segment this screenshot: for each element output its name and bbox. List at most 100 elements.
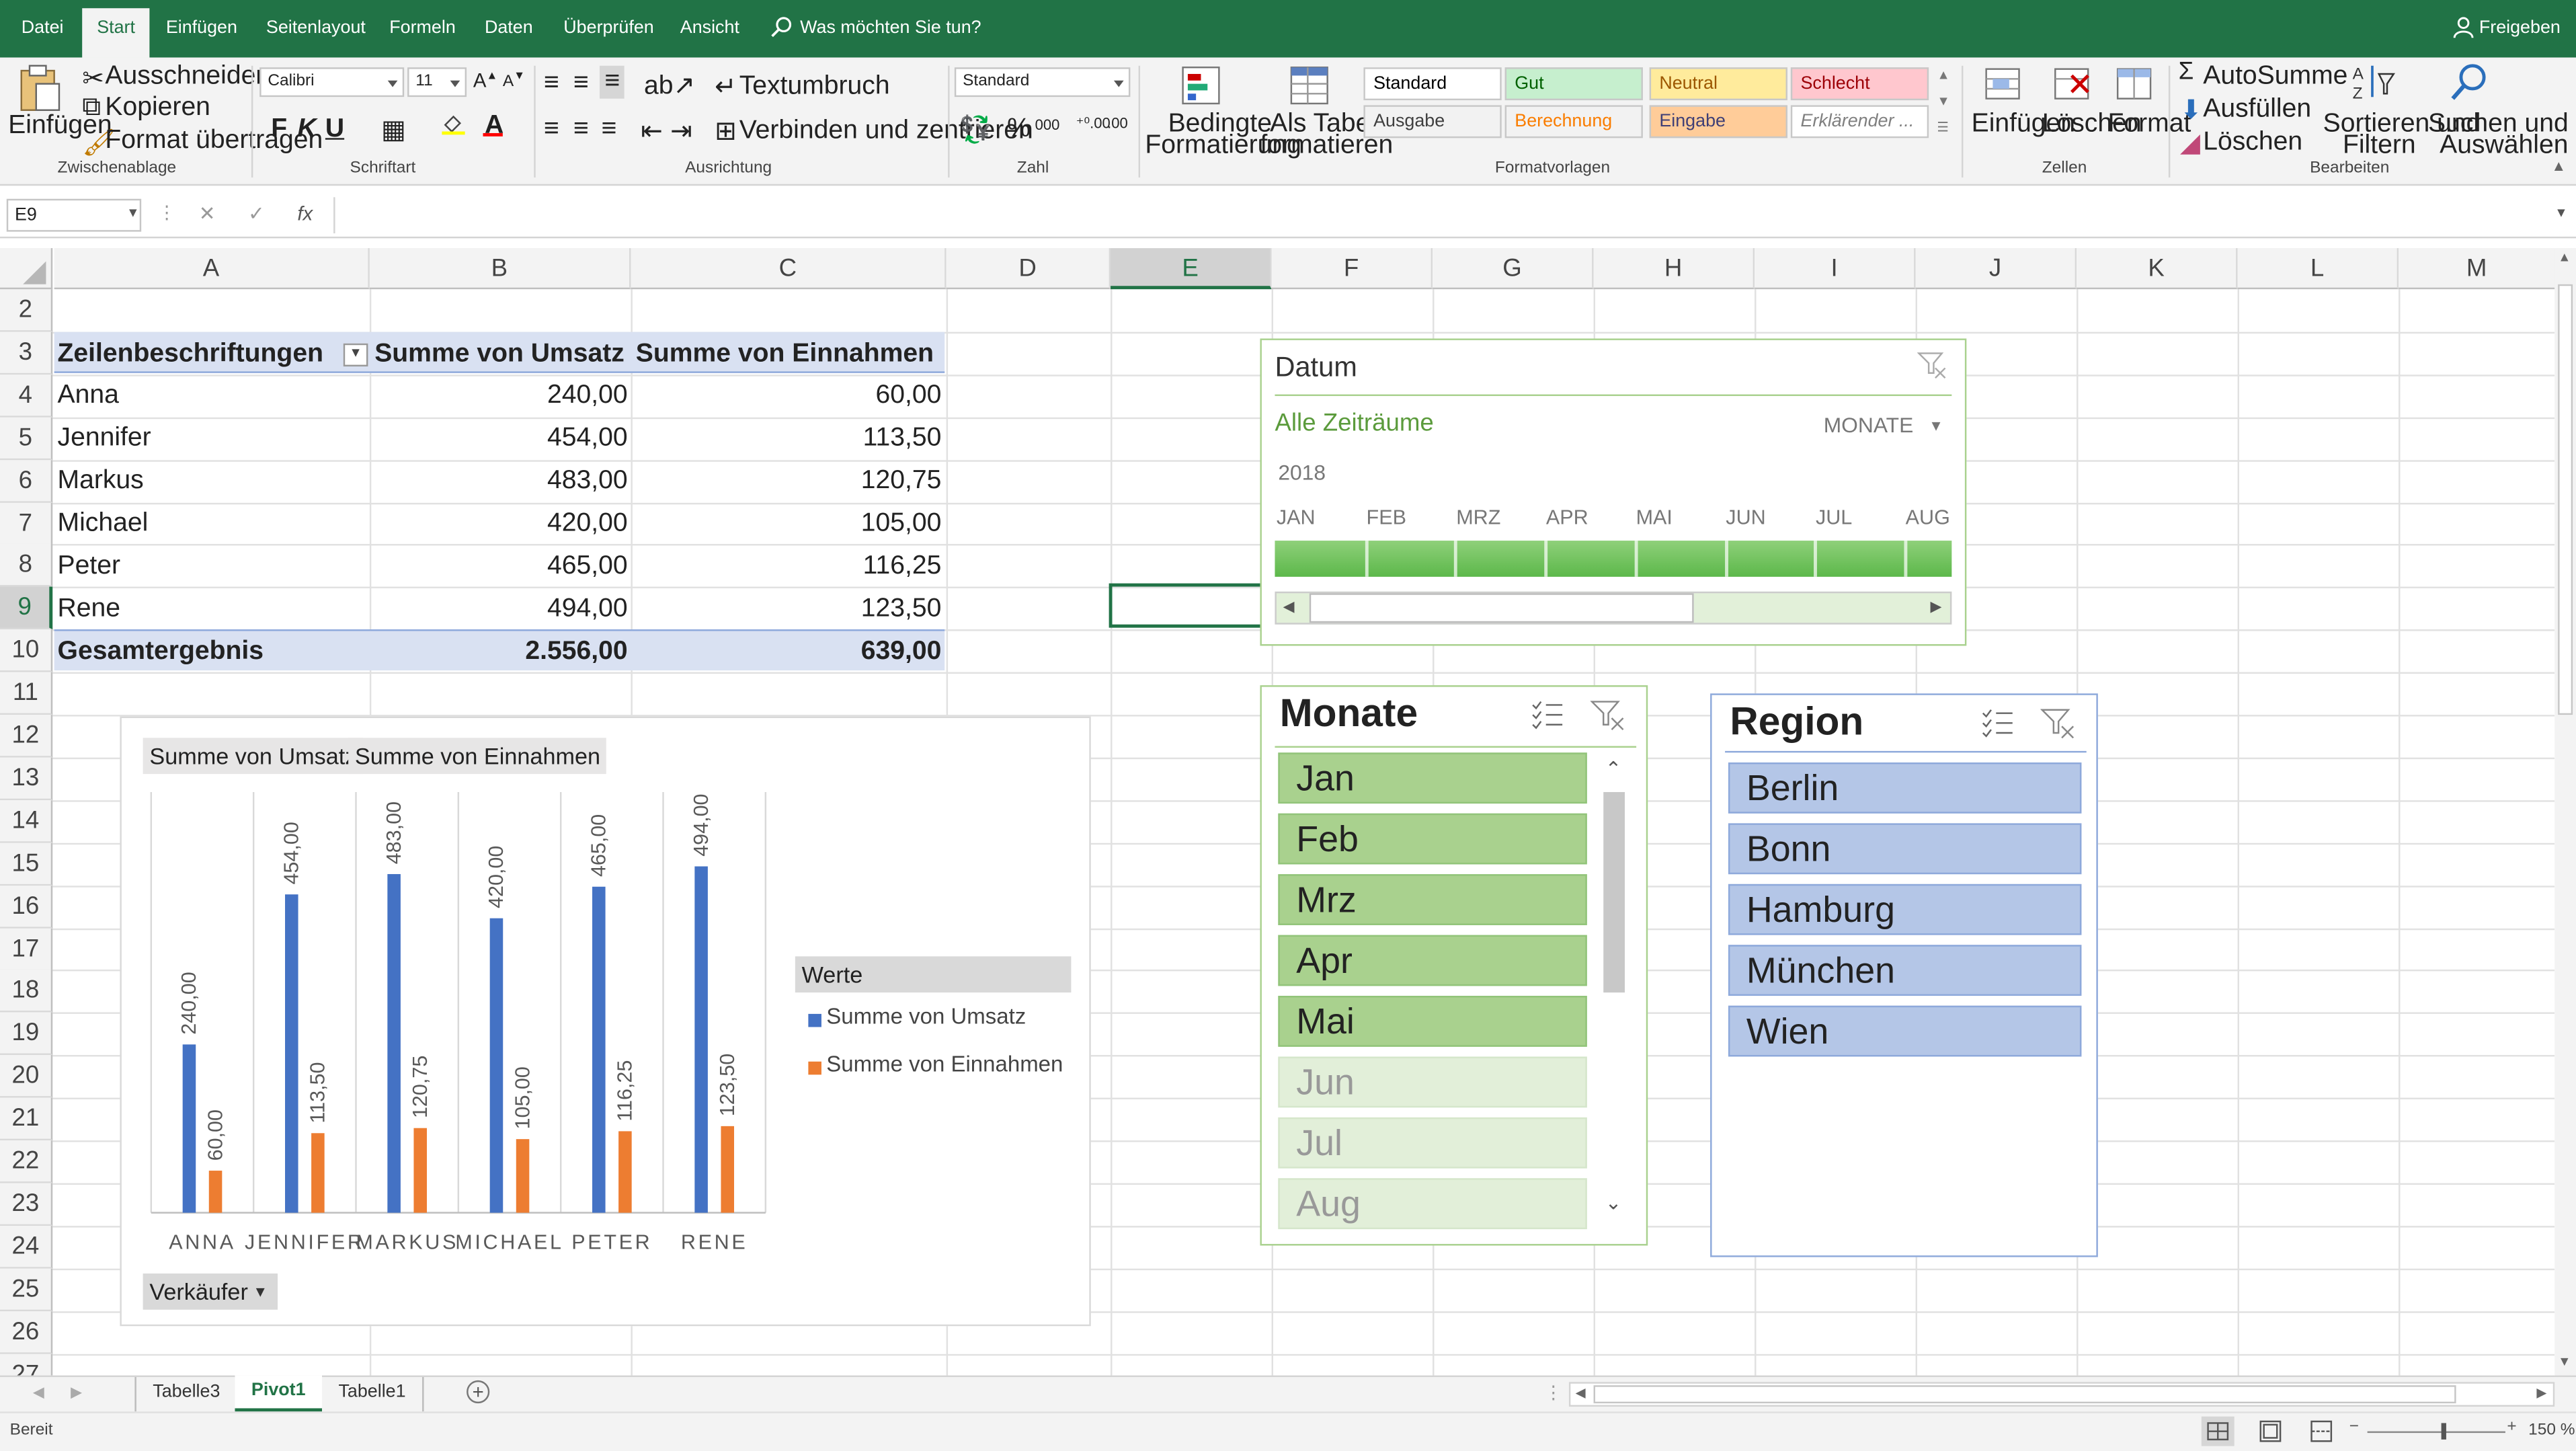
- pivot-cell-umsatz[interactable]: 483,00: [371, 460, 628, 496]
- column-header-k[interactable]: K: [2077, 248, 2238, 290]
- slicer-region[interactable]: Region Berlin Bonn Hamburg München Wien: [1710, 693, 2098, 1257]
- zoom-slider[interactable]: [2367, 1431, 2505, 1434]
- row-header-9[interactable]: 9: [0, 587, 53, 630]
- gallery-up-icon[interactable]: ▲: [1937, 67, 1949, 82]
- align-middle-icon[interactable]: ≡: [573, 69, 589, 99]
- slicer-item-wien[interactable]: Wien: [1728, 1005, 2082, 1057]
- pivot-cell-umsatz[interactable]: 454,00: [371, 417, 628, 453]
- pivot-cell-einnahmen[interactable]: 123,50: [633, 588, 942, 624]
- clear-filter-icon[interactable]: [1590, 699, 1627, 740]
- slicer-item-aug[interactable]: Aug: [1278, 1178, 1587, 1230]
- tab-formeln[interactable]: Formeln: [389, 18, 456, 38]
- slicer-item-apr[interactable]: Apr: [1278, 935, 1587, 986]
- scroll-left-icon[interactable]: ◀: [1576, 1385, 1586, 1400]
- sheet-tab-pivot1[interactable]: Pivot1: [235, 1375, 323, 1412]
- pivot-total-umsatz[interactable]: 2.556,00: [371, 631, 627, 667]
- column-header-e[interactable]: E: [1111, 248, 1272, 290]
- column-header-d[interactable]: D: [946, 248, 1111, 290]
- grow-font-icon[interactable]: A▲: [473, 69, 498, 92]
- slicer-item-münchen[interactable]: München: [1728, 945, 2082, 996]
- scroll-down-icon[interactable]: ⌄: [1605, 1191, 1622, 1214]
- tab-einfuegen[interactable]: Einfügen: [166, 18, 237, 38]
- row-header-27[interactable]: 27: [0, 1353, 53, 1376]
- scroll-up-icon[interactable]: ⌃: [1605, 758, 1622, 781]
- row-header-16[interactable]: 16: [0, 885, 53, 928]
- pivot-row-label[interactable]: Peter: [58, 545, 120, 581]
- font-color-icon[interactable]: A: [483, 112, 504, 141]
- insert-cells-icon[interactable]: [1983, 63, 2023, 114]
- expand-formula-icon[interactable]: ▼: [2554, 205, 2567, 220]
- pivot-cell-einnahmen[interactable]: 116,25: [633, 545, 942, 581]
- zoom-in-icon[interactable]: +: [2507, 1418, 2516, 1436]
- page-break-view-icon[interactable]: [2305, 1417, 2338, 1451]
- cell-style-6[interactable]: Berechnung: [1504, 105, 1643, 139]
- italic-button[interactable]: K: [297, 115, 316, 145]
- normal-view-icon[interactable]: [2201, 1416, 2235, 1446]
- column-header-m[interactable]: M: [2399, 248, 2555, 290]
- pivot-header-rows[interactable]: Zeilenbeschriftungen: [58, 334, 323, 370]
- conditional-format-icon[interactable]: [1180, 64, 1223, 115]
- row-header-18[interactable]: 18: [0, 970, 53, 1013]
- pivot-cell-einnahmen[interactable]: 113,50: [633, 417, 942, 453]
- thousands-button[interactable]: 000: [1035, 117, 1060, 133]
- scroll-right-icon[interactable]: ▶: [2536, 1385, 2546, 1400]
- timeline-scroll-left-icon[interactable]: ◀: [1283, 598, 1295, 617]
- confirm-entry-icon[interactable]: ✓: [248, 202, 265, 225]
- cell-style-8[interactable]: Erklärender ...: [1790, 105, 1929, 139]
- sheet-tab-tabelle3[interactable]: Tabelle3: [134, 1377, 239, 1412]
- person-icon[interactable]: [2453, 16, 2474, 44]
- slicer-item-jun[interactable]: Jun: [1278, 1056, 1587, 1108]
- column-header-i[interactable]: I: [1755, 248, 1916, 290]
- pivot-row-label[interactable]: Rene: [58, 588, 120, 624]
- column-header-g[interactable]: G: [1433, 248, 1594, 290]
- clear-icon[interactable]: ◢: [2180, 126, 2200, 159]
- column-header-b[interactable]: B: [369, 248, 631, 290]
- autosum-icon[interactable]: Σ: [2179, 58, 2194, 86]
- slicer-monate-scroll-thumb[interactable]: [1603, 791, 1625, 993]
- pivot-cell-einnahmen[interactable]: 60,00: [633, 375, 941, 411]
- name-box[interactable]: E9: [6, 198, 142, 232]
- row-header-15[interactable]: 15: [0, 842, 53, 886]
- row-header-6[interactable]: 6: [0, 459, 53, 502]
- pivot-cell-umsatz[interactable]: 494,00: [371, 588, 628, 624]
- copy-icon[interactable]: ⧉: [82, 93, 101, 123]
- cancel-entry-icon[interactable]: ✕: [199, 202, 216, 225]
- tab-ansicht[interactable]: Ansicht: [680, 18, 739, 38]
- pivot-cell-umsatz[interactable]: 240,00: [371, 375, 628, 411]
- pivot-row-label[interactable]: Michael: [58, 502, 149, 539]
- formula-options-icon[interactable]: ⋮: [158, 202, 176, 223]
- timeline-month-label[interactable]: APR: [1546, 506, 1588, 529]
- format-as-table-icon[interactable]: [1288, 64, 1331, 115]
- fill-button[interactable]: Ausfüllen: [2203, 95, 2311, 125]
- collapse-ribbon-icon[interactable]: ▲: [2551, 158, 2566, 174]
- name-box-dropdown-icon[interactable]: ▼: [126, 205, 139, 220]
- row-header-11[interactable]: 11: [0, 672, 53, 715]
- horizontal-scrollbar[interactable]: ◀ ▶: [1568, 1382, 2555, 1407]
- timeline-month-label[interactable]: MRZ: [1456, 506, 1500, 529]
- underline-button[interactable]: U: [325, 115, 344, 145]
- row-header-25[interactable]: 25: [0, 1267, 53, 1311]
- pivot-row-label[interactable]: Jennifer: [58, 417, 151, 453]
- row-header-4[interactable]: 4: [0, 374, 53, 418]
- pivot-total-label[interactable]: Gesamtergebnis: [58, 631, 264, 667]
- row-header-13[interactable]: 13: [0, 757, 53, 800]
- tab-split-icon[interactable]: ⋮: [1544, 1382, 1562, 1403]
- cell-style-4[interactable]: Schlecht: [1790, 67, 1929, 101]
- tab-start[interactable]: Start: [82, 8, 150, 58]
- column-header-l[interactable]: L: [2237, 248, 2399, 290]
- timeline-scroll-thumb[interactable]: [1309, 593, 1694, 623]
- wrap-text-button[interactable]: Textumbruch: [739, 73, 890, 102]
- align-top-icon[interactable]: ≡: [544, 69, 559, 99]
- increase-indent-icon[interactable]: ⇥: [670, 115, 692, 148]
- column-header-c[interactable]: C: [631, 248, 947, 290]
- timeline-level-selector[interactable]: MONATE: [1824, 412, 1914, 437]
- pivot-row-label[interactable]: Markus: [58, 460, 144, 496]
- row-header-12[interactable]: 12: [0, 715, 53, 758]
- autosum-button[interactable]: AutoSumme: [2203, 63, 2347, 92]
- cell-style-7[interactable]: Eingabe: [1649, 105, 1787, 139]
- increase-decimal-icon[interactable]: ⁺⁰.00: [1076, 115, 1111, 133]
- row-header-19[interactable]: 19: [0, 1013, 53, 1056]
- add-sheet-icon[interactable]: +: [467, 1380, 490, 1404]
- align-center-icon[interactable]: ≡: [573, 115, 589, 145]
- fill-color-icon[interactable]: [440, 112, 467, 143]
